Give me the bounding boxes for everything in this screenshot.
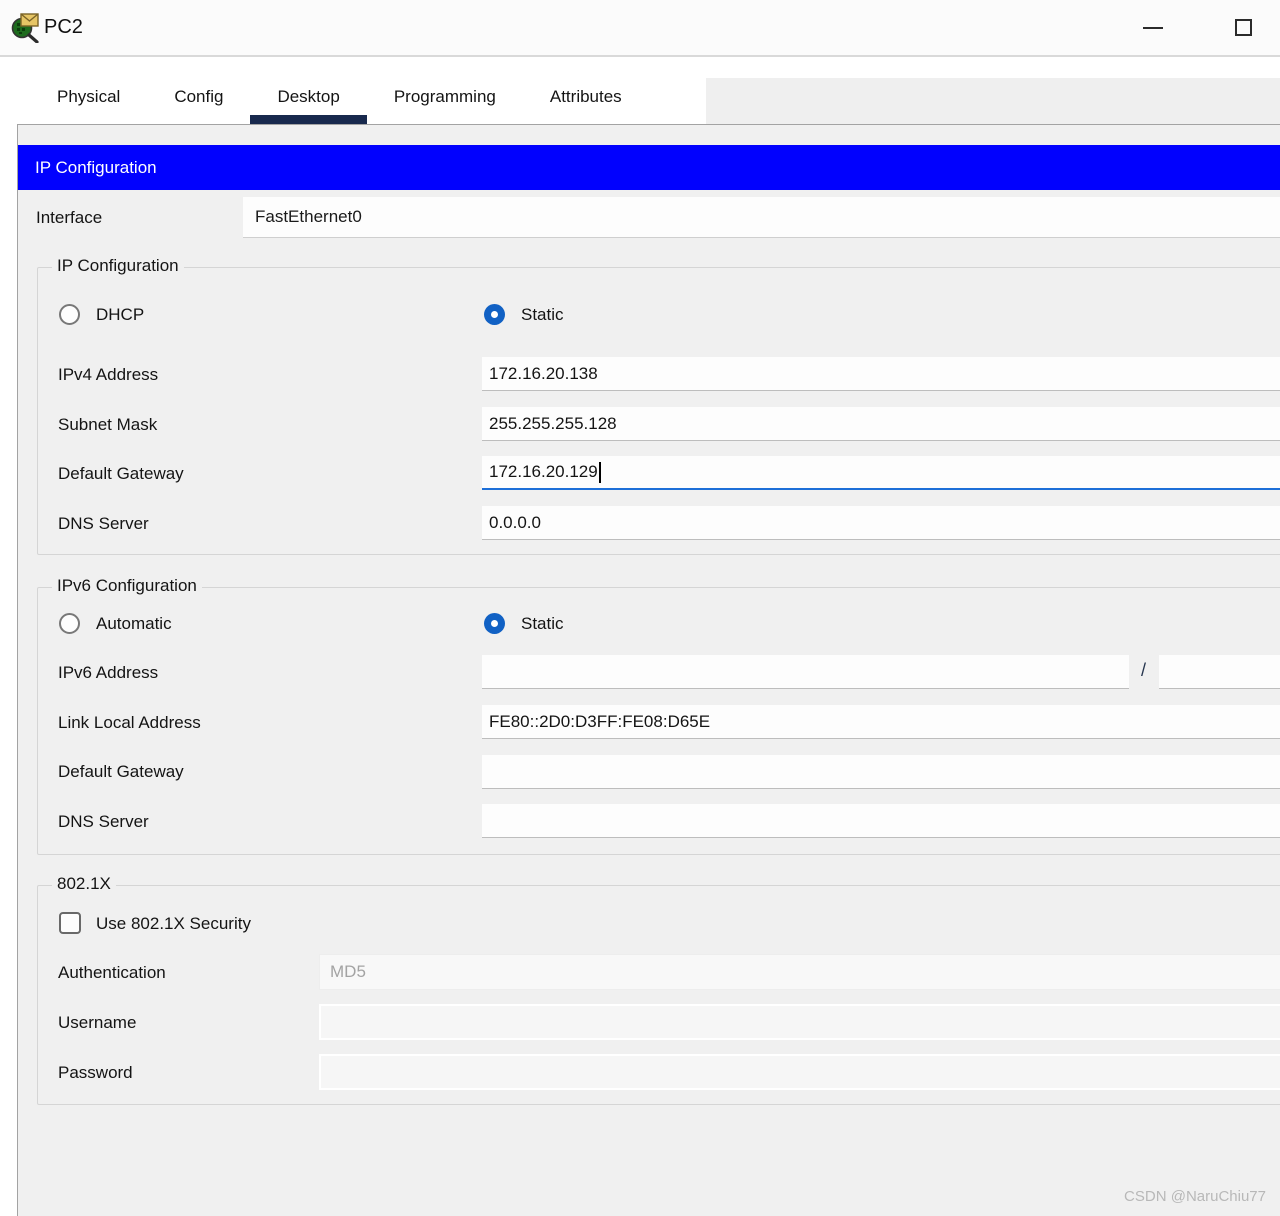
ipv6-automatic-radio[interactable]	[59, 613, 80, 634]
ip-configuration-group: IP Configuration DHCP Static IPv4 Addres…	[37, 267, 1280, 555]
password-label: Password	[58, 1063, 133, 1083]
authentication-label: Authentication	[58, 963, 166, 983]
ipv6-configuration-group: IPv6 Configuration Automatic Static IPv6…	[37, 587, 1280, 855]
link-local-address-label: Link Local Address	[58, 713, 201, 733]
text-cursor	[599, 462, 601, 483]
ipv6-dns-server-input[interactable]	[482, 804, 1280, 838]
static-radio-label[interactable]: Static	[521, 305, 564, 325]
dot1x-group: 802.1X Use 802.1X Security Authenticatio…	[37, 885, 1280, 1105]
use-8021x-security-checkbox[interactable]	[59, 912, 81, 934]
ipv6-prefix-input[interactable]	[1159, 655, 1280, 689]
window-title: PC2	[44, 0, 83, 55]
dhcp-radio-label[interactable]: DHCP	[96, 305, 144, 325]
username-label: Username	[58, 1013, 136, 1033]
ipv6-address-input[interactable]	[482, 655, 1129, 689]
dhcp-radio[interactable]	[59, 304, 80, 325]
tab-bar: Physical Config Desktop Programming Attr…	[18, 78, 706, 125]
authentication-value: MD5	[330, 962, 366, 982]
ipv4-address-input[interactable]: 172.16.20.138	[482, 357, 1280, 391]
username-input-disabled	[319, 1004, 1280, 1040]
ipv4-address-value: 172.16.20.138	[489, 364, 598, 384]
desktop-tab-content: IP Configuration Interface FastEthernet0…	[17, 124, 1280, 1216]
subnet-mask-input[interactable]: 255.255.255.128	[482, 407, 1280, 441]
tab-physical[interactable]: Physical	[30, 78, 147, 125]
minimize-icon	[1143, 27, 1163, 29]
dns-server-input[interactable]: 0.0.0.0	[482, 506, 1280, 540]
interface-select[interactable]: FastEthernet0	[243, 197, 1280, 238]
tab-desktop[interactable]: Desktop	[250, 78, 366, 125]
maximize-button[interactable]	[1215, 0, 1271, 55]
window-titlebar: PC2	[0, 0, 1280, 57]
ipv6-static-radio-label[interactable]: Static	[521, 614, 564, 634]
tab-config[interactable]: Config	[147, 78, 250, 125]
interface-value: FastEthernet0	[255, 207, 362, 227]
dns-server-value: 0.0.0.0	[489, 513, 541, 533]
subnet-mask-value: 255.255.255.128	[489, 414, 617, 434]
use-8021x-security-label[interactable]: Use 802.1X Security	[96, 914, 251, 934]
maximize-icon	[1235, 19, 1252, 36]
subnet-mask-label: Subnet Mask	[58, 415, 157, 435]
ipv6-dns-server-label: DNS Server	[58, 812, 149, 832]
tab-programming[interactable]: Programming	[367, 78, 523, 125]
ipv6-static-radio[interactable]	[484, 613, 505, 634]
ipv6-address-label: IPv6 Address	[58, 663, 158, 683]
authentication-select-disabled: MD5	[319, 954, 1280, 990]
link-local-address-input[interactable]: FE80::2D0:D3FF:FE08:D65E	[482, 705, 1280, 739]
ipv6-configuration-legend: IPv6 Configuration	[52, 576, 202, 596]
ipv4-address-label: IPv4 Address	[58, 365, 158, 385]
default-gateway-label: Default Gateway	[58, 464, 184, 484]
ip-configuration-legend: IP Configuration	[52, 256, 184, 276]
static-radio[interactable]	[484, 304, 505, 325]
password-input-disabled	[319, 1054, 1280, 1090]
dot1x-legend: 802.1X	[52, 874, 116, 894]
default-gateway-value: 172.16.20.129	[489, 462, 598, 482]
minimize-button[interactable]	[1125, 0, 1181, 55]
tabrow-filler	[706, 78, 1280, 125]
default-gateway-input[interactable]: 172.16.20.129	[482, 456, 1280, 490]
ipv6-prefix-separator: /	[1141, 660, 1146, 681]
link-local-address-value: FE80::2D0:D3FF:FE08:D65E	[489, 712, 710, 732]
ipv6-automatic-radio-label[interactable]: Automatic	[96, 614, 172, 634]
watermark: CSDN @NaruChiu77	[1124, 1188, 1266, 1205]
ipv6-default-gateway-input[interactable]	[482, 755, 1280, 789]
packet-tracer-pc-icon	[9, 11, 41, 43]
tab-attributes[interactable]: Attributes	[523, 78, 649, 125]
dns-server-label: DNS Server	[58, 514, 149, 534]
interface-label: Interface	[36, 208, 102, 228]
ipv6-default-gateway-label: Default Gateway	[58, 762, 184, 782]
ip-configuration-banner: IP Configuration	[18, 145, 1280, 190]
